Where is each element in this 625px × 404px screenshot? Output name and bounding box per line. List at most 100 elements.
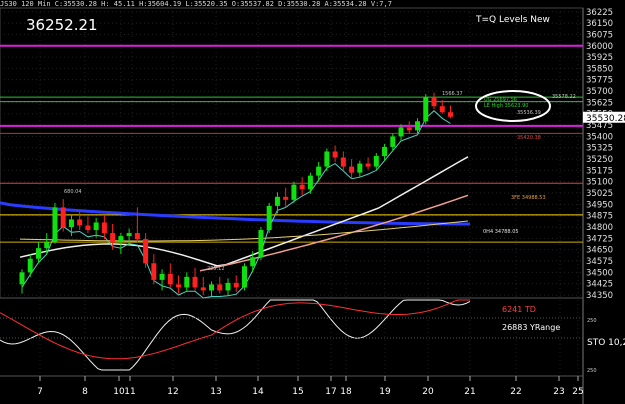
candle-body [52,207,58,243]
y-tick-label: 34950 [586,200,613,210]
candle-body [134,233,140,240]
indicator-label-yrange: 26883 YRange [502,323,560,332]
indicator-label-sto: STO 10,2 [587,338,625,348]
candle-body [85,225,91,231]
candle-body [151,263,157,280]
candle-body [60,207,66,228]
candle-body [118,236,124,243]
x-tick-label: 7 [37,387,43,397]
indicator-label-td: 6241 TD [502,305,536,314]
last-price-tag: 35530.28 [586,114,625,124]
candle-body [415,121,421,131]
x-tick-label: 22 [510,387,521,397]
annotation-label: LE High 35623.90 [484,103,528,109]
price-readout: 36252.21 [26,16,98,34]
y-tick-label: 35175 [586,166,613,176]
x-tick-label: 12 [167,387,178,397]
oscillator-line-2 [0,299,470,360]
candle-body [167,273,173,285]
candle-body [307,175,313,190]
candle-body [209,284,215,291]
candle-body [349,166,355,173]
annotation-label: 35536.39 [517,110,541,116]
candle-body [447,112,453,117]
x-tick-label: 11 [124,387,135,397]
y-tick-label: 34800 [586,223,613,233]
candle-body [159,273,165,280]
y-tick-label: 34350 [586,291,613,301]
x-tick-label: 10 [113,387,125,397]
x-tick-label: 21 [464,387,475,397]
candle-body [382,146,388,157]
x-tick-label: 19 [379,387,391,397]
x-tick-label: 20 [422,387,434,397]
candle-body [439,106,445,113]
candle-body [27,258,33,273]
annotation-label: 225.12 [207,266,225,272]
x-tick-label: 8 [82,387,88,397]
candle-body [373,156,379,167]
candle-body [357,163,363,173]
y-tick-label: 36225 [586,8,613,18]
candle-body [299,184,305,190]
candle-body [274,196,280,206]
oscillator-line-1 [0,299,471,371]
candle-body [93,222,99,231]
candle-body [225,282,231,291]
candle-body [217,284,223,291]
y-tick-label: 35625 [586,98,613,108]
y-tick-label: 36150 [586,19,613,29]
candle-body [35,248,41,259]
y-tick-label: 36000 [586,42,613,52]
x-tick-label: 15 [292,387,303,397]
y-tick-label: 35925 [586,53,613,63]
candle-body [143,239,149,264]
y-tick-label: 34575 [586,257,613,267]
y-tick-label: 34725 [586,234,613,244]
candlestick-chart: 362253615036075 360003592535850 3577535700… [0,7,625,404]
x-tick-label: 17 [325,387,336,397]
candle-body [77,219,83,226]
candle-body [184,276,190,288]
y-tick-label: 35700 [586,87,613,97]
candle-body [283,196,289,200]
candle-body [200,287,206,291]
candle-body [68,219,74,228]
candle-body [365,163,371,167]
x-tick-label: 18 [340,387,352,397]
candle-body [266,205,272,231]
candle-body [390,136,396,147]
y-tick-label: 35325 [586,144,613,154]
x-tick-label: 14 [252,387,264,397]
x-tick-label: 25 [572,387,583,397]
candle-body [324,151,330,167]
y-tick-label: 35100 [586,178,613,188]
y-tick-label: 35400 [586,132,613,142]
y-tick-label: 36075 [586,30,613,40]
y-tick-label: 35775 [586,76,613,86]
candle-body [44,242,50,249]
candle-body [250,257,256,267]
y-tick-label: 35850 [586,64,613,74]
y-tick-label: 35250 [586,155,613,165]
chart-title: T=Q Levels New [475,15,550,25]
x-tick-label: 23 [553,387,564,397]
candle-body [406,127,412,131]
y-tick-label: 34875 [586,212,613,222]
candle-body [126,233,132,237]
candle-body [398,127,404,137]
candle-body [233,282,239,288]
candle-body [258,230,264,258]
annotation-label: 35420.38 [517,135,541,141]
candle-body [431,97,437,107]
candle-body [101,222,107,234]
y-tick-label: 35025 [586,189,613,199]
candle-body [192,276,198,288]
annotation-label: 35578.22 [552,94,576,100]
annotation-label: 0H4 34788.05 [483,229,519,235]
candle-body [340,157,346,167]
annotation-label: 3FE 34988.53 [511,195,546,201]
y-tick-label: 34500 [586,268,613,278]
y-tick-label: 34650 [586,246,613,256]
candle-body [110,233,116,243]
